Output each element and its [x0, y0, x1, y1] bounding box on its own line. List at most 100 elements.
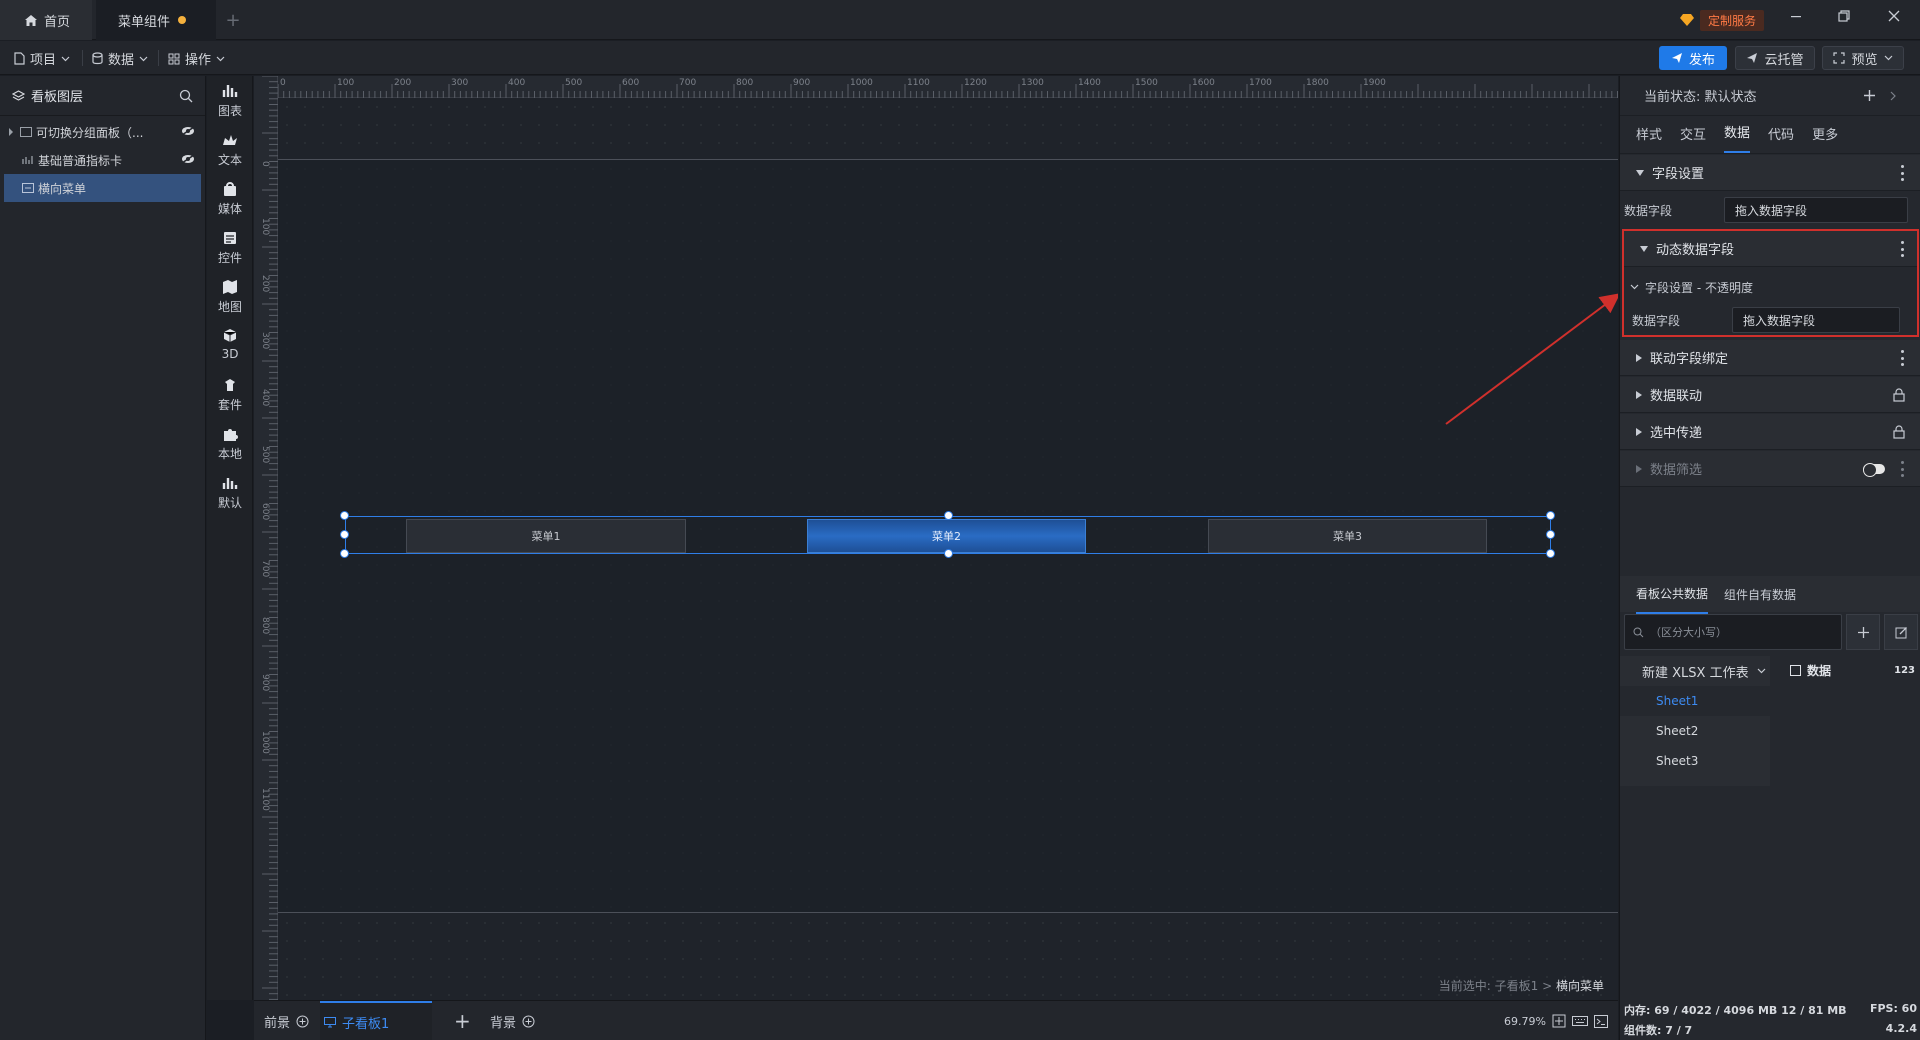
toolbar-divider — [82, 50, 83, 66]
minimize-button[interactable] — [1786, 10, 1806, 30]
current-state[interactable]: 当前状态: 默认状态 — [1644, 86, 1757, 105]
eye-hidden-icon[interactable] — [181, 126, 195, 136]
tab-menu-label: 菜单组件 — [118, 14, 171, 30]
datasource-tabs: 看板公共数据 组件自有数据 — [1620, 575, 1920, 614]
add-board-button[interactable]: + — [454, 1001, 471, 1040]
indicator-card-icon — [22, 156, 33, 164]
tab-board-public-data[interactable]: 看板公共数据 — [1636, 575, 1709, 614]
search-icon[interactable] — [179, 89, 193, 103]
close-button[interactable] — [1884, 10, 1904, 30]
foreground-label: 前景 — [264, 1015, 291, 1031]
chevron-right-icon[interactable] — [1890, 91, 1896, 101]
custom-service-label: 定制服务 — [1700, 9, 1765, 31]
tab-menu-component[interactable]: 菜单组件 — [96, 0, 216, 40]
tab-home[interactable]: 首页 — [0, 0, 92, 40]
caret-right-icon — [9, 128, 13, 136]
sheet-item[interactable]: Sheet3 — [1620, 746, 1770, 776]
more-vertical-icon[interactable] — [1901, 461, 1905, 477]
data-linkage-section[interactable]: 数据联动 — [1620, 377, 1920, 413]
send-icon — [1747, 53, 1758, 63]
annotation-arrow — [1445, 293, 1618, 425]
edit-datasource-button[interactable] — [1884, 614, 1918, 650]
data-filter-section[interactable]: 数据筛选 — [1620, 451, 1920, 487]
workbook-label: 新建 XLSX 工作表 — [1642, 665, 1749, 681]
data-column-row[interactable]: 数据 123 — [1790, 658, 1915, 682]
monitor-icon — [324, 1016, 336, 1027]
tab-data[interactable]: 数据 — [1724, 122, 1751, 153]
more-vertical-icon[interactable] — [1901, 165, 1905, 181]
rail-item-default-chart[interactable]: 默认 — [207, 474, 253, 511]
rail-item-text[interactable]: 文本 — [207, 131, 253, 168]
edit-icon — [1895, 626, 1907, 638]
add-tab-button[interactable]: + — [222, 0, 244, 40]
rail-item-control[interactable]: 控件 — [207, 229, 253, 266]
rail-item-label: 文本 — [217, 153, 242, 167]
data-menu[interactable]: 数据 — [92, 49, 148, 68]
rail-item-cube[interactable]: 3D — [207, 327, 253, 361]
checkbox-icon[interactable] — [1790, 664, 1801, 676]
tab-more[interactable]: 更多 — [1812, 124, 1838, 153]
sub-board-tab[interactable]: 子看板1 — [320, 1001, 432, 1040]
layers-header: 看板图层 — [0, 76, 205, 116]
plus-icon[interactable] — [1863, 89, 1876, 102]
rail-item-label: 默认 — [217, 496, 242, 510]
cube-icon — [223, 329, 237, 342]
datasource-search-input[interactable]: （区分大小写） — [1624, 614, 1842, 650]
layer-item[interactable]: 基础普通指标卡 — [0, 146, 205, 174]
data-filter-toggle[interactable] — [1863, 463, 1885, 477]
selection-pass-section[interactable]: 选中传递 — [1620, 414, 1920, 450]
zoom-level[interactable]: 69.79% — [1504, 1001, 1546, 1040]
add-circle-icon[interactable] — [522, 1015, 535, 1028]
rail-item-kit[interactable]: 套件 — [207, 376, 253, 413]
tab-code[interactable]: 代码 — [1768, 124, 1794, 153]
tab-interaction[interactable]: 交互 — [1680, 124, 1706, 153]
state-row: 当前状态: 默认状态 — [1620, 76, 1920, 116]
lock-icon — [1893, 425, 1905, 439]
version: 4.2.4 — [1885, 1022, 1917, 1035]
rail-item-puzzle[interactable]: 本地 — [207, 425, 253, 462]
media-icon — [224, 182, 236, 196]
puzzle-icon — [224, 429, 238, 441]
chevron-down-icon — [139, 56, 148, 61]
rail-item-bar-chart[interactable]: 图表 — [207, 82, 253, 119]
data-field-input[interactable]: 拖入数据字段 — [1724, 197, 1908, 223]
field-settings-section[interactable]: 字段设置 — [1620, 155, 1920, 191]
background-label: 背景 — [490, 1015, 517, 1031]
tab-component-own-data[interactable]: 组件自有数据 — [1724, 586, 1796, 603]
add-datasource-button[interactable] — [1846, 614, 1880, 650]
cloud-hosting-button[interactable]: 云托管 — [1735, 46, 1815, 70]
sheet-item[interactable]: Sheet2 — [1620, 716, 1770, 746]
foreground-tab[interactable]: 前景 — [264, 1001, 309, 1040]
linkage-binding-title: 联动字段绑定 — [1650, 352, 1729, 367]
canvas-area[interactable]: 0 100 200 300 400 500 600 700 800 900 1000 1100 1200… — [254, 76, 1618, 1000]
bottom-bar: 前景 子看板1 + 背景 69.79% — [254, 1000, 1618, 1040]
add-circle-icon[interactable] — [296, 1015, 309, 1028]
custom-service-button[interactable]: 定制服务 — [1680, 9, 1765, 31]
restore-button[interactable] — [1834, 10, 1854, 30]
eye-hidden-icon[interactable] — [181, 154, 195, 164]
send-icon — [1671, 53, 1682, 63]
preview-label: 预览 — [1851, 52, 1878, 68]
linkage-binding-section[interactable]: 联动字段绑定 — [1620, 340, 1920, 376]
project-menu[interactable]: 项目 — [14, 49, 70, 68]
layer-item-selected[interactable]: 横向菜单 — [4, 174, 201, 202]
layer-item[interactable]: 可切换分组面板（... — [0, 118, 205, 146]
chevron-down-icon — [61, 56, 70, 61]
fullscreen-icon — [1833, 52, 1846, 64]
operate-menu[interactable]: 操作 — [168, 49, 225, 68]
keyboard-icon — [1572, 1016, 1588, 1026]
terminal-button[interactable] — [1594, 1001, 1608, 1040]
preview-button[interactable]: 预览 — [1822, 46, 1904, 70]
publish-button[interactable]: 发布 — [1659, 46, 1727, 70]
background-tab[interactable]: 背景 — [490, 1001, 535, 1040]
highlight-box — [1622, 229, 1919, 337]
rail-item-map[interactable]: 地图 — [207, 278, 253, 315]
terminal-icon — [1594, 1014, 1608, 1028]
fit-view-button[interactable] — [1552, 1001, 1566, 1040]
more-vertical-icon[interactable] — [1901, 350, 1905, 366]
rail-item-media[interactable]: 媒体 — [207, 180, 253, 217]
sheet-item[interactable]: Sheet1 — [1620, 686, 1770, 716]
keyboard-button[interactable] — [1572, 1001, 1588, 1040]
tab-style[interactable]: 样式 — [1636, 124, 1662, 153]
workbook-select[interactable]: 新建 XLSX 工作表 — [1620, 656, 1770, 686]
